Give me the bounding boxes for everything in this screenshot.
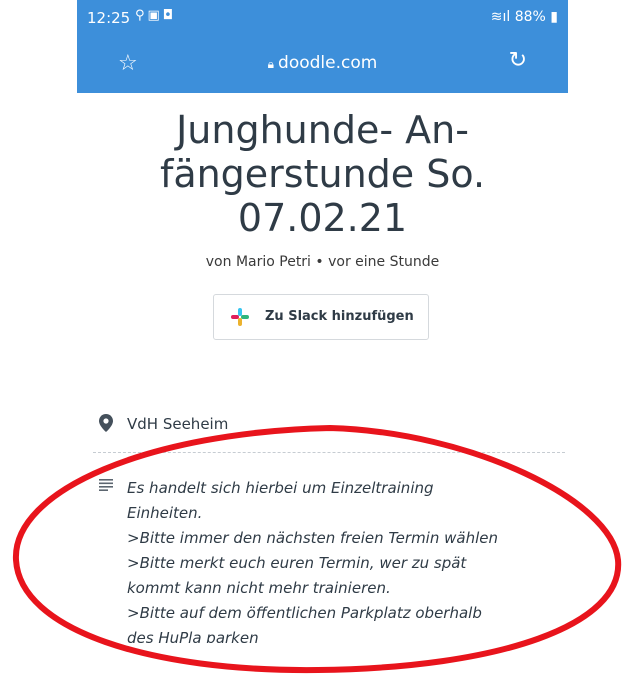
description-line: kommt kann nicht mehr trainieren. (127, 579, 391, 597)
location-icon: ⚲ (135, 8, 148, 23)
battery-percent: 88% (514, 9, 546, 25)
notification-icon: ◘ (162, 8, 177, 23)
url-text: doodle.com (278, 53, 378, 73)
poll-title: Junghunde- An- fängerstunde So. 07.02.21 (77, 108, 568, 240)
poll-description: Es handelt sich hierbei um Einzeltrainin… (127, 476, 557, 643)
browser-url-bar: ☆ 🔒︎ doodle.com ↻ (77, 36, 568, 93)
poll-title-line: 07.02.21 (237, 196, 408, 240)
location-text: VdH Seeheim (127, 415, 229, 433)
description-line: >Bitte auf dem öffentlichen Parkplatz ob… (127, 604, 482, 622)
wifi-icon: ≋ (490, 9, 503, 25)
lock-icon: 🔒︎ (267, 57, 275, 71)
description-line: >Bitte merkt euch euren Termin, wer zu s… (127, 554, 467, 572)
divider (93, 452, 565, 453)
status-time: 12:25 (87, 9, 131, 27)
poll-title-line: Junghunde- An- (176, 108, 469, 152)
bag-icon: ▣ (147, 8, 163, 23)
add-to-slack-button[interactable]: Zu Slack hinzufügen (213, 294, 429, 340)
poll-byline: von Mario Petri • vor eine Stunde (205, 254, 440, 270)
description-line: Einheiten. (127, 504, 203, 522)
description-line: Es handelt sich hierbei um Einzeltrainin… (127, 479, 434, 497)
location-pin-icon (99, 414, 113, 432)
poll-title-line: fängerstunde So. (159, 152, 486, 196)
url-field[interactable]: 🔒︎ doodle.com (77, 53, 568, 73)
slack-button-label: Zu Slack hinzufügen (265, 309, 414, 324)
description-line: des HuPla parken (127, 629, 259, 643)
status-icons-left: ⚲▣◘ (135, 8, 176, 23)
slack-icon (231, 308, 249, 326)
phone-screen: 12:25 ⚲▣◘ ≋ıl 88% ▮ ☆ 🔒︎ doodle.com ↻ Jun… (77, 0, 568, 679)
signal-icon: ıl (502, 9, 511, 25)
description-icon (99, 479, 113, 491)
reload-icon[interactable]: ↻ (509, 48, 527, 73)
battery-icon: ▮ (550, 9, 558, 25)
status-right: ≋ıl 88% ▮ (491, 9, 558, 25)
description-line: >Bitte immer den nächsten freien Termin … (127, 529, 498, 547)
status-bar: 12:25 ⚲▣◘ ≋ıl 88% ▮ (77, 0, 568, 36)
